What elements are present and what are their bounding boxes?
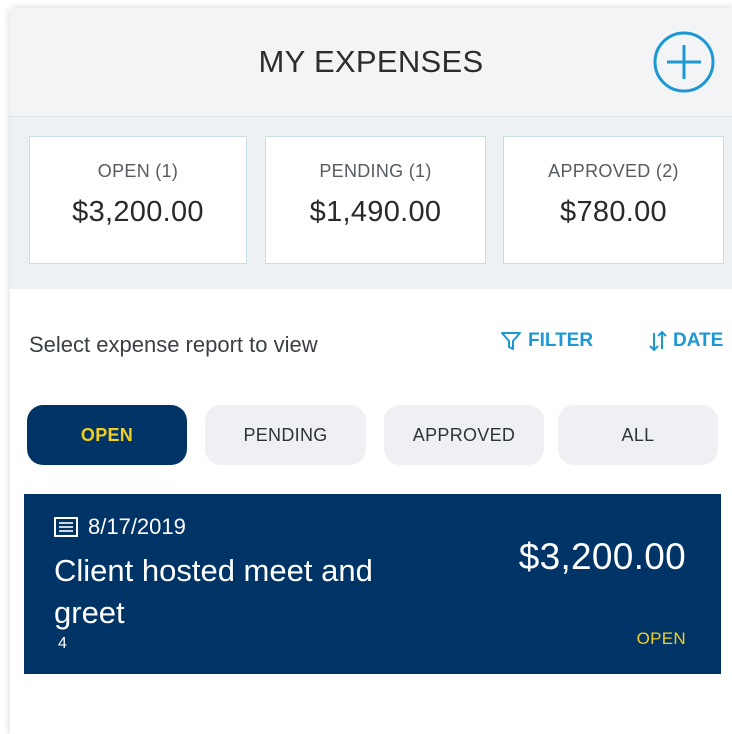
summary-card-approved[interactable]: APPROVED (2) $780.00 bbox=[503, 136, 724, 264]
sort-label: DATE bbox=[673, 330, 724, 351]
summary-card-value: $780.00 bbox=[560, 196, 667, 228]
summary-card-value: $1,490.00 bbox=[309, 196, 442, 228]
receipt-icon bbox=[54, 517, 78, 537]
sort-arrows-icon bbox=[649, 330, 667, 352]
tab-all[interactable]: ALL bbox=[558, 405, 718, 465]
funnel-icon bbox=[501, 332, 521, 350]
summary-card-label: PENDING (1) bbox=[319, 161, 432, 181]
tab-approved[interactable]: APPROVED bbox=[384, 405, 544, 465]
report-status-badge: OPEN bbox=[636, 629, 686, 648]
summary-card-pending[interactable]: PENDING (1) $1,490.00 bbox=[265, 136, 486, 264]
summary-card-value: $3,200.00 bbox=[72, 196, 204, 228]
add-expense-button[interactable] bbox=[653, 31, 715, 93]
summary-panel: OPEN (1) $3,200.00 PENDING (1) $1,490.00… bbox=[10, 117, 732, 289]
report-item-count: 4 bbox=[58, 635, 67, 652]
summary-card-label: OPEN (1) bbox=[97, 161, 179, 181]
report-list-section: Select expense report to view FILTER DAT… bbox=[10, 290, 732, 734]
expenses-screen: MY EXPENSES OPEN (1) $3,200.00 PENDING (… bbox=[10, 8, 732, 734]
summary-card-open[interactable]: OPEN (1) $3,200.00 bbox=[29, 136, 247, 264]
tab-pending[interactable]: PENDING bbox=[205, 405, 366, 465]
sort-date-button[interactable]: DATE bbox=[649, 330, 723, 352]
report-title: Client hosted meet and greet bbox=[54, 553, 373, 630]
filter-label: FILTER bbox=[528, 330, 594, 351]
report-list-item[interactable]: 8/17/2019 Client hosted meet and greet $… bbox=[24, 494, 721, 674]
plus-circle-icon bbox=[653, 31, 715, 93]
tab-open[interactable]: OPEN bbox=[27, 405, 187, 465]
select-report-prompt: Select expense report to view bbox=[29, 332, 318, 357]
report-date: 8/17/2019 bbox=[88, 514, 186, 539]
filter-button[interactable]: FILTER bbox=[500, 330, 593, 352]
report-date-row: 8/17/2019 bbox=[54, 514, 186, 540]
page-title: MY EXPENSES bbox=[258, 44, 484, 79]
header-bar: MY EXPENSES bbox=[10, 8, 732, 117]
summary-card-label: APPROVED (2) bbox=[548, 161, 679, 181]
report-amount: $3,200.00 bbox=[518, 536, 686, 577]
